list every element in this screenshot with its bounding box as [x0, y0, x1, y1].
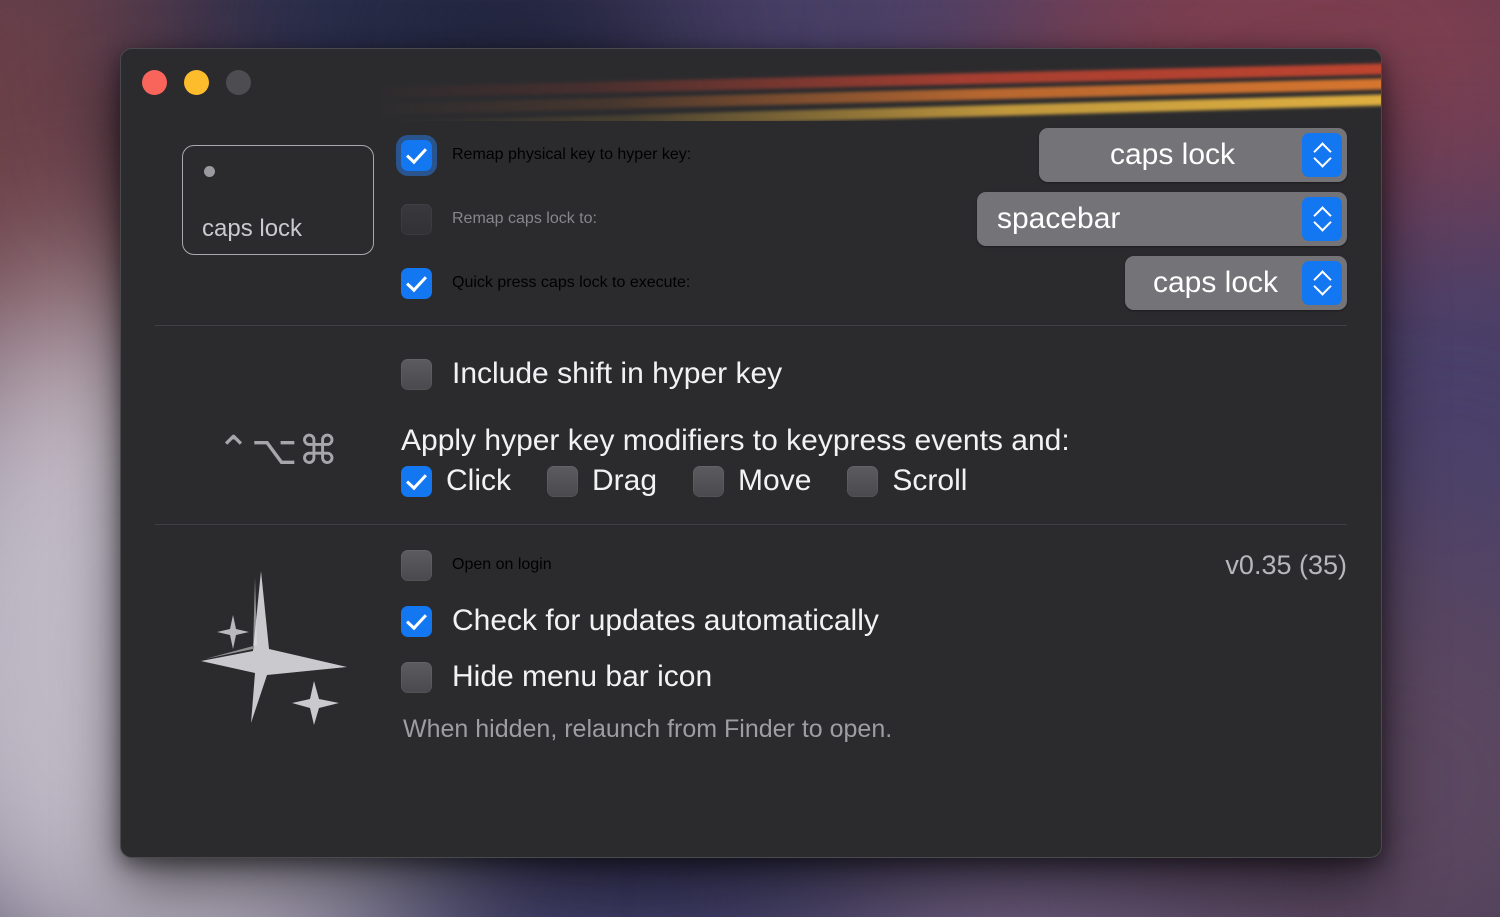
event-click-label: Click — [446, 464, 511, 498]
section-remap-fields: Remap physical key to hyper key: caps lo… — [401, 121, 1347, 315]
remap-caps-lock-checkbox — [401, 204, 432, 235]
section-modifiers-fields: Include shift in hyper key Apply hyper k… — [401, 336, 1347, 498]
row-remap-physical: Remap physical key to hyper key: caps lo… — [401, 123, 1347, 187]
caps-lock-key-label: caps lock — [202, 215, 302, 243]
remap-physical-popup-value: caps lock — [1039, 138, 1302, 172]
titlebar-stripe-decoration — [381, 49, 1381, 121]
remap-caps-lock-label: Remap caps lock to: — [452, 210, 597, 228]
remap-physical-control[interactable]: Remap physical key to hyper key: — [401, 140, 691, 171]
section-general-fields: Open on login v0.35 (35) Check for updat… — [401, 535, 1347, 744]
window-content: caps lock Remap physical key to hyper ke… — [121, 121, 1381, 744]
open-on-login-label: Open on login — [452, 556, 552, 574]
section-remap-gutter: caps lock — [155, 121, 401, 255]
event-move-checkbox[interactable] — [693, 466, 724, 497]
chevron-updown-icon — [1302, 133, 1342, 177]
preferences-window: caps lock Remap physical key to hyper ke… — [120, 48, 1382, 858]
minimize-window-button[interactable] — [184, 70, 209, 95]
hide-menu-bar-icon-checkbox[interactable] — [401, 662, 432, 693]
row-quick-press: Quick press caps lock to execute: caps l… — [401, 251, 1347, 315]
hide-menu-bar-hint-text: When hidden, relaunch from Finder to ope… — [403, 715, 1347, 744]
event-move-label: Move — [738, 464, 811, 498]
event-scroll-label: Scroll — [892, 464, 967, 498]
check-updates-checkbox[interactable] — [401, 606, 432, 637]
row-check-updates[interactable]: Check for updates automatically — [401, 593, 1347, 649]
include-shift-checkbox[interactable] — [401, 359, 432, 390]
section-modifiers-gutter: ⌃⌥⌘ — [155, 336, 401, 474]
zoom-window-button — [226, 70, 251, 95]
event-type-checkbox-group: Click Drag Move Scroll — [401, 464, 1347, 498]
row-hide-menu-bar-icon[interactable]: Hide menu bar icon — [401, 649, 1347, 705]
section-divider-1 — [155, 325, 1347, 326]
quick-press-popup-value: caps lock — [1125, 266, 1302, 300]
remap-caps-lock-popup-button[interactable]: spacebar — [977, 192, 1347, 246]
stripe-red-icon — [381, 63, 1381, 98]
event-scroll-item[interactable]: Scroll — [847, 464, 967, 498]
event-drag-checkbox[interactable] — [547, 466, 578, 497]
event-click-item[interactable]: Click — [401, 464, 511, 498]
quick-press-label: Quick press caps lock to execute: — [452, 274, 690, 292]
section-general: Open on login v0.35 (35) Check for updat… — [155, 535, 1347, 744]
hide-menu-bar-icon-label: Hide menu bar icon — [452, 660, 712, 694]
remap-caps-lock-control: Remap caps lock to: — [401, 204, 597, 235]
include-shift-label: Include shift in hyper key — [452, 357, 782, 391]
event-move-item[interactable]: Move — [693, 464, 811, 498]
open-on-login-checkbox[interactable] — [401, 550, 432, 581]
chevron-updown-icon — [1302, 197, 1342, 241]
section-divider-2 — [155, 524, 1347, 525]
check-updates-label: Check for updates automatically — [452, 604, 879, 638]
caps-lock-key-illustration: caps lock — [182, 145, 374, 255]
event-drag-label: Drag — [592, 464, 657, 498]
remap-physical-popup-button[interactable]: caps lock — [1039, 128, 1347, 182]
stripe-yellow-icon — [381, 94, 1381, 121]
close-window-button[interactable] — [142, 70, 167, 95]
remap-physical-checkbox[interactable] — [401, 140, 432, 171]
event-scroll-checkbox[interactable] — [847, 466, 878, 497]
event-drag-item[interactable]: Drag — [547, 464, 657, 498]
traffic-light-buttons — [142, 70, 251, 95]
quick-press-control[interactable]: Quick press caps lock to execute: — [401, 268, 690, 299]
caps-lock-led-icon — [204, 166, 215, 177]
section-remap: caps lock Remap physical key to hyper ke… — [155, 121, 1347, 315]
apply-modifiers-heading: Apply hyper key modifiers to keypress ev… — [401, 424, 1347, 458]
remap-caps-lock-popup-value: spacebar — [977, 202, 1302, 236]
desktop-background: caps lock Remap physical key to hyper ke… — [0, 0, 1500, 917]
app-version-label: v0.35 (35) — [1225, 550, 1347, 581]
quick-press-checkbox[interactable] — [401, 268, 432, 299]
row-remap-caps-lock: Remap caps lock to: spacebar — [401, 187, 1347, 251]
section-general-gutter — [155, 535, 401, 728]
sparkle-app-icon — [193, 563, 363, 728]
row-include-shift[interactable]: Include shift in hyper key — [401, 338, 1347, 410]
section-modifiers: ⌃⌥⌘ Include shift in hyper key Apply hyp… — [155, 336, 1347, 498]
modifier-symbols-icon: ⌃⌥⌘ — [217, 428, 340, 474]
event-click-checkbox[interactable] — [401, 466, 432, 497]
stripe-orange-icon — [381, 78, 1381, 115]
open-on-login-control[interactable]: Open on login — [401, 550, 552, 581]
quick-press-popup-button[interactable]: caps lock — [1125, 256, 1347, 310]
window-titlebar[interactable] — [121, 49, 1381, 121]
remap-physical-label: Remap physical key to hyper key: — [452, 146, 691, 164]
chevron-updown-icon — [1302, 261, 1342, 305]
row-open-on-login: Open on login v0.35 (35) — [401, 537, 1347, 593]
